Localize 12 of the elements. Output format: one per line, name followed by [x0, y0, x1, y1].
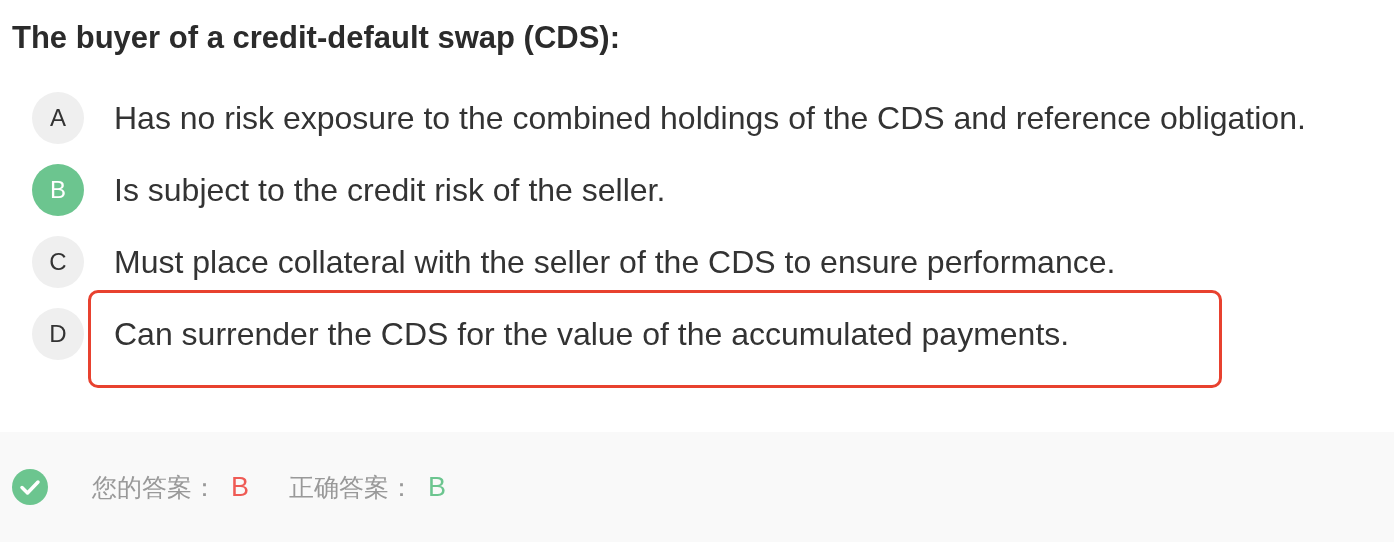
question-title: The buyer of a credit-default swap (CDS):	[11, 19, 621, 56]
option-letter[interactable]: A	[32, 92, 84, 144]
correct-answer: B	[428, 471, 447, 503]
option-text[interactable]: Can surrender the CDS for the value of the accumulated payments.	[114, 315, 1070, 353]
correct-answer-label: 正确答案：	[289, 471, 414, 503]
your-answer: B	[231, 471, 249, 503]
option-text[interactable]: Has no risk exposure to the combined holdings of the CDS and reference obligation.	[114, 99, 1306, 137]
option-letter[interactable]: D	[32, 308, 84, 360]
option-text[interactable]: Must place collateral with the seller of the CDS to ensure performance.	[114, 243, 1116, 281]
option-text[interactable]: Is subject to the credit risk of the seller.	[114, 171, 666, 209]
option-letter[interactable]: C	[32, 236, 84, 288]
your-answer-label: 您的答案：	[92, 471, 217, 503]
